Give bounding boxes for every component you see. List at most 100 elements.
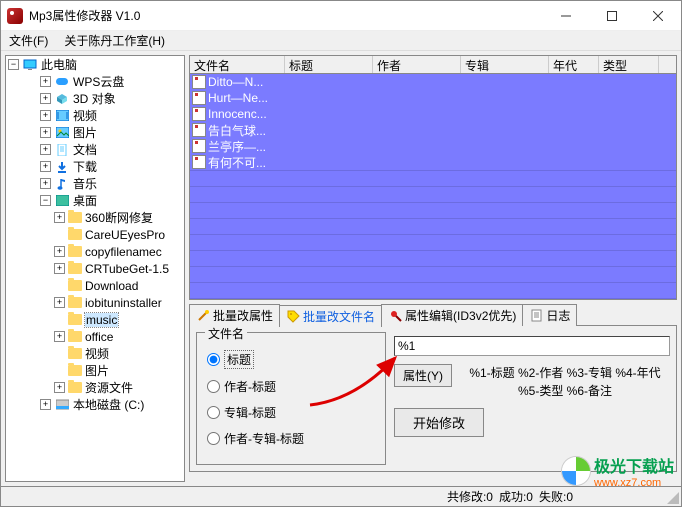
- tree-item-label[interactable]: iobituninstaller: [85, 296, 162, 310]
- tree-item[interactable]: +360断网修复: [6, 209, 184, 226]
- tree-collapse-icon[interactable]: −: [8, 59, 19, 70]
- tree-item[interactable]: + 资源文件: [6, 379, 184, 396]
- tree-item[interactable]: + iobituninstaller: [6, 294, 184, 311]
- tree-toggle-icon[interactable]: +: [54, 246, 65, 257]
- pin-icon: [388, 308, 402, 322]
- tree-item-label[interactable]: office: [85, 330, 113, 344]
- column-header[interactable]: 类型: [599, 56, 659, 73]
- tree-toggle-icon[interactable]: +: [40, 399, 51, 410]
- tree-item[interactable]: − 桌面: [6, 192, 184, 209]
- file-name-cell: Innocenc...: [208, 107, 267, 121]
- table-row[interactable]: Hurt—Ne...: [190, 90, 676, 106]
- tree-item[interactable]: + 图片: [6, 124, 184, 141]
- tree-item[interactable]: + CRTubeGet-1.5: [6, 260, 184, 277]
- tree-item-label[interactable]: music: [85, 313, 118, 327]
- tree-item-label[interactable]: WPS云盘: [73, 73, 124, 90]
- tree-toggle-icon[interactable]: +: [40, 178, 51, 189]
- tree-toggle-icon[interactable]: +: [40, 93, 51, 104]
- tree-item[interactable]: + 文档: [6, 141, 184, 158]
- tree-toggle-icon[interactable]: +: [40, 161, 51, 172]
- menu-file[interactable]: 文件(F): [5, 32, 52, 49]
- column-header[interactable]: 专辑: [461, 56, 549, 73]
- tree-item-label[interactable]: 桌面: [73, 192, 97, 209]
- tree-item[interactable]: + office: [6, 328, 184, 345]
- start-button[interactable]: 开始修改: [394, 408, 484, 437]
- tree-item[interactable]: 图片: [6, 362, 184, 379]
- tree-item-label[interactable]: 视频: [85, 345, 109, 362]
- maximize-button[interactable]: [589, 1, 635, 31]
- radio-album-title[interactable]: [207, 406, 220, 419]
- resize-grip-icon[interactable]: [667, 492, 679, 504]
- tab-batch-filename[interactable]: 批量改文件名: [279, 305, 382, 327]
- column-header[interactable]: 标题: [285, 56, 373, 73]
- tree-item[interactable]: + 视频: [6, 107, 184, 124]
- tree-item[interactable]: + 音乐: [6, 175, 184, 192]
- column-header[interactable]: 年代: [549, 56, 599, 73]
- radio-title-label[interactable]: 标题: [224, 350, 254, 369]
- tree-item-label[interactable]: Download: [85, 279, 138, 293]
- radio-title[interactable]: [207, 353, 220, 366]
- column-header[interactable]: 文件名: [190, 56, 285, 73]
- tree-item-label[interactable]: 本地磁盘 (C:): [73, 396, 144, 413]
- tree-toggle-icon[interactable]: +: [40, 76, 51, 87]
- tree-toggle-icon[interactable]: +: [54, 297, 65, 308]
- tree-item[interactable]: CareUEyesPro: [6, 226, 184, 243]
- tree-toggle-icon[interactable]: +: [40, 144, 51, 155]
- tab-batch-attr[interactable]: 批量改属性: [189, 304, 280, 326]
- radio-author-album-title[interactable]: [207, 432, 220, 445]
- tab-log[interactable]: 日志: [522, 304, 577, 326]
- table-row[interactable]: 告白气球...: [190, 122, 676, 138]
- table-row[interactable]: 兰亭序—...: [190, 138, 676, 154]
- table-row[interactable]: 有何不可...: [190, 154, 676, 170]
- pattern-input[interactable]: [394, 336, 670, 356]
- tree-toggle-icon[interactable]: +: [54, 331, 65, 342]
- radio-author-title[interactable]: [207, 380, 220, 393]
- tree-item-label[interactable]: 下载: [73, 158, 97, 175]
- tree-toggle-icon[interactable]: +: [54, 382, 65, 393]
- tab-attr-edit[interactable]: 属性编辑(ID3v2优先): [381, 304, 523, 326]
- tree-item-label[interactable]: 图片: [85, 362, 109, 379]
- tree-item-label[interactable]: 资源文件: [85, 379, 133, 396]
- radio-author-title-label[interactable]: 作者-标题: [224, 378, 276, 395]
- tree-toggle-icon[interactable]: −: [40, 195, 51, 206]
- tree-toggle-icon[interactable]: +: [54, 212, 65, 223]
- column-header[interactable]: 作者: [373, 56, 461, 73]
- tree-item-label[interactable]: 视频: [73, 107, 97, 124]
- cloud-icon: [54, 75, 70, 89]
- tree-root-label[interactable]: 此电脑: [41, 56, 77, 73]
- tree-item-label[interactable]: 音乐: [73, 175, 97, 192]
- tree-item-label[interactable]: CareUEyesPro: [85, 228, 165, 242]
- tree-item-label[interactable]: 360断网修复: [85, 209, 153, 226]
- folder-tree[interactable]: − 此电脑 +WPS云盘+3D 对象+视频+图片+文档+下载+音乐−桌面+360…: [5, 55, 185, 482]
- radio-album-title-label[interactable]: 专辑-标题: [224, 404, 276, 421]
- close-button[interactable]: [635, 1, 681, 31]
- file-icon: [192, 91, 206, 105]
- menu-about[interactable]: 关于陈丹工作室(H): [60, 32, 169, 49]
- tree-item[interactable]: Download: [6, 277, 184, 294]
- tree-item-label[interactable]: 3D 对象: [73, 90, 116, 107]
- tree-item[interactable]: +3D 对象: [6, 90, 184, 107]
- tree-toggle-icon[interactable]: +: [40, 110, 51, 121]
- file-table[interactable]: 文件名标题作者专辑年代类型 Ditto—N...Hurt—Ne...Innoce…: [189, 55, 677, 300]
- tree-item[interactable]: + WPS云盘: [6, 73, 184, 90]
- table-row[interactable]: Innocenc...: [190, 106, 676, 122]
- filename-group: 文件名 标题 作者-标题 专辑-标题 作者-专辑-标题: [196, 332, 386, 465]
- tree-item-label[interactable]: 图片: [73, 124, 97, 141]
- table-row[interactable]: Ditto—N...: [190, 74, 676, 90]
- tree-item[interactable]: + 下载: [6, 158, 184, 175]
- tree-item[interactable]: + copyfilenamec: [6, 243, 184, 260]
- wand-icon: [196, 308, 210, 322]
- tree-item[interactable]: music: [6, 311, 184, 328]
- tree-item[interactable]: + 本地磁盘 (C:): [6, 396, 184, 413]
- attr-button[interactable]: 属性(Y): [394, 364, 452, 387]
- tree-item[interactable]: 视频: [6, 345, 184, 362]
- minimize-button[interactable]: [543, 1, 589, 31]
- radio-author-album-title-label[interactable]: 作者-专辑-标题: [224, 430, 304, 447]
- tree-toggle-icon[interactable]: +: [54, 263, 65, 274]
- folder-icon: [68, 212, 82, 223]
- tree-item-label[interactable]: CRTubeGet-1.5: [85, 262, 169, 276]
- tree-item-label[interactable]: copyfilenamec: [85, 245, 162, 259]
- tree-item-label[interactable]: 文档: [73, 141, 97, 158]
- tree-toggle-icon[interactable]: +: [40, 127, 51, 138]
- app-icon: [7, 8, 23, 24]
